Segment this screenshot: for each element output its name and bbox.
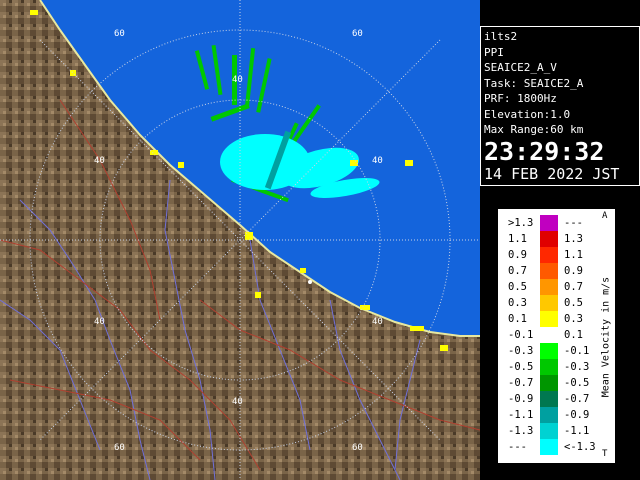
legend-row: --- <-1.3 [498,439,598,455]
legend-swatch [540,231,558,247]
legend-upper-value: -0.7 [564,393,590,405]
legend-swatch [540,423,558,439]
scan-name: SEAICE2_A_V [484,61,557,74]
legend-lower-value: -0.3 [508,345,534,357]
legend-swatch [540,439,558,455]
legend-swatch [540,279,558,295]
site-name: ilts2 [484,30,518,43]
legend-swatch [540,295,558,311]
velocity-legend: >1.3 --- 1.1 1.3 0.9 1.1 0.7 0.9 0.5 0.7 0.3 0.5 0.1… [497,208,616,464]
legend-row: 0.5 0.7 [498,279,598,295]
legend-lower-value: 1.1 [508,233,527,245]
legend-row: 0.9 1.1 [498,247,598,263]
ring-label-north: 40 [232,75,243,85]
legend-upper-value: -0.1 [564,345,590,357]
legend-lower-value: -1.3 [508,425,534,437]
legend-swatch [540,247,558,263]
legend-upper-value: 1.3 [564,233,583,245]
legend-row: -0.3 -0.1 [498,343,598,359]
legend-lower-value: --- [508,441,527,453]
legend-upper-value: -0.9 [564,409,590,421]
legend-swatch [540,311,558,327]
legend-lower-value: -1.1 [508,409,534,421]
scan-time: 23:29:32 [484,136,605,166]
scan-mode: PPI [484,45,504,59]
legend-swatch [540,391,558,407]
legend-lower-value: 0.9 [508,249,527,261]
legend-upper-value: --- [564,217,583,229]
legend-row: 0.7 0.9 [498,263,598,279]
legend-lower-value: >1.3 [508,217,534,229]
scan-info-panel: ilts2 PPI SEAICE2_A_V Task: SEAICE2_A PR… [480,26,640,186]
legend-upper-value: -0.3 [564,361,590,373]
legend-upper-value: -0.5 [564,377,590,389]
ring-label-southeast: 40 [372,317,383,327]
legend-upper-value: 0.7 [564,281,583,293]
ring-label-southwest: 40 [94,317,105,327]
legend-row: -0.9 -0.7 [498,391,598,407]
legend-swatch [540,343,558,359]
legend-lower-value: -0.1 [508,329,534,341]
legend-lower-value: 0.1 [508,313,527,325]
legend-row: -1.1 -0.9 [498,407,598,423]
legend-tick-bottom: T [602,449,608,459]
radar-site-marker [308,280,312,284]
legend-row: 0.1 0.3 [498,311,598,327]
legend-row: -0.5 -0.3 [498,359,598,375]
legend-swatch [540,327,558,343]
prf-value: PRF: 1800Hz [484,92,557,105]
legend-lower-value: -0.5 [508,361,534,373]
legend-lower-value: 0.5 [508,281,527,293]
legend-upper-value: 0.1 [564,329,583,341]
legend-upper-value: 0.5 [564,297,583,309]
legend-row: 1.1 1.3 [498,231,598,247]
ring-label-bottom-left: 60 [114,443,125,453]
ring-label-east: 40 [372,156,383,166]
legend-swatch [540,263,558,279]
legend-row: -0.1 0.1 [498,327,598,343]
ring-label-top-left: 60 [114,29,125,39]
legend-lower-value: 0.3 [508,297,527,309]
scan-date: 14 FEB 2022 JST [484,164,620,183]
legend-swatch [540,215,558,231]
elevation-value: Elevation:1.0 [484,107,571,121]
legend-title-box: Mean Velocity in m/s [599,215,613,459]
radar-map: 60 60 40 40 40 40 40 40 60 60 [0,0,480,480]
task-name: Task: SEAICE2_A [484,76,584,90]
legend-upper-value: <-1.3 [564,441,596,453]
max-range-value: Max Range:60 km [484,123,584,136]
ring-label-top-right: 60 [352,29,363,39]
legend-swatch [540,375,558,391]
legend-title: Mean Velocity in m/s [600,276,612,398]
legend-upper-value: 0.9 [564,265,583,277]
legend-row: -1.3 -1.1 [498,423,598,439]
legend-lower-value: 0.7 [508,265,527,277]
legend-row: >1.3 --- [498,215,598,231]
legend-swatch [540,407,558,423]
legend-lower-value: -0.7 [508,377,534,389]
ring-label-west: 40 [94,156,105,166]
legend-row: -0.7 -0.5 [498,375,598,391]
legend-upper-value: -1.1 [564,425,590,437]
ring-label-bottom-right: 60 [352,443,363,453]
legend-upper-value: 0.3 [564,313,583,325]
legend-row: 0.3 0.5 [498,295,598,311]
radar-ppi-display: 60 60 40 40 40 40 40 40 60 60 [0,0,480,480]
ring-label-south: 40 [232,397,243,407]
legend-swatch [540,359,558,375]
legend-upper-value: 1.1 [564,249,583,261]
legend-lower-value: -0.9 [508,393,534,405]
